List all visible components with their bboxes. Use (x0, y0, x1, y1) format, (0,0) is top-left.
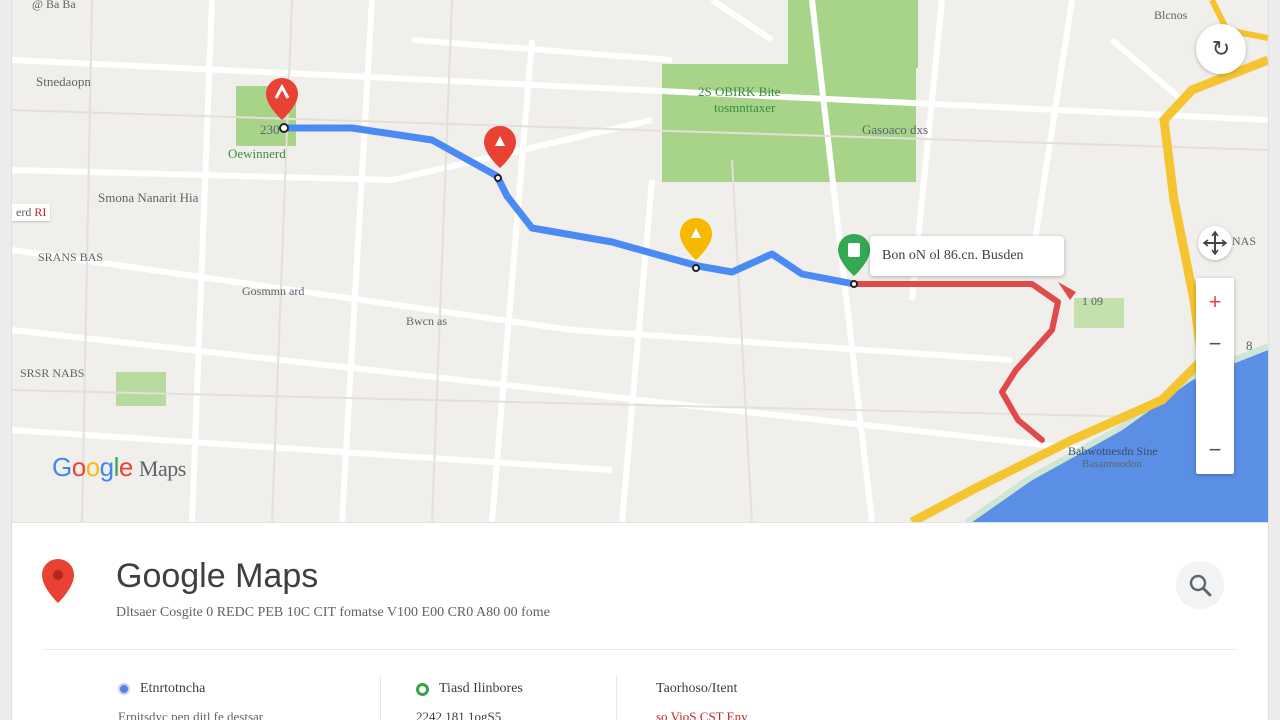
zoom-out-button[interactable]: − (1196, 324, 1234, 364)
zoom-in-button[interactable]: + (1196, 282, 1234, 322)
compass-icon: ↻ (1211, 36, 1231, 61)
road-label: SRSR NABS (20, 366, 85, 380)
google-maps-logo: Google Maps (52, 452, 186, 482)
map-badge: erd RI (12, 204, 51, 221)
stat-value: Erpitsdyc pen ditl fe destsar (118, 709, 264, 720)
location-pin-icon (42, 559, 74, 603)
route-secondary (851, 281, 1061, 443)
panel-title: Google Maps (116, 557, 319, 595)
app-frame: @ Ba Ba Stnedaopn Smona Nanarit Hia 230 … (12, 0, 1268, 720)
pan-button[interactable] (1198, 226, 1232, 260)
park-label: tosmnttaxer (714, 100, 776, 115)
stat-label: Taorhoso/Itent (656, 681, 738, 696)
road-label: Gosmmn ard (242, 284, 305, 298)
waypoint-marker-red[interactable] (484, 126, 516, 168)
compass-button[interactable]: ↻ (1196, 24, 1246, 74)
panel-subtitle: Dltsaer Cosgite 0 REDC PEB 10C CIT fomat… (116, 605, 550, 620)
dot-icon (118, 683, 130, 695)
divider (42, 649, 1238, 650)
map-label: 8 (1246, 338, 1253, 353)
stat-column: Tiasd Ilinbores 2242 181 1ogS5 (416, 681, 523, 720)
search-button[interactable] (1176, 561, 1224, 609)
divider (380, 675, 381, 720)
stat-value: 2242 181 1ogS5 (416, 709, 502, 720)
dot-icon (416, 682, 429, 696)
stat-label: Tiasd Ilinbores (439, 681, 523, 696)
map-label: Smona Nanarit Hia (98, 190, 199, 205)
waypoint-marker-yellow[interactable] (680, 218, 712, 260)
shore-label: Babwotnesdn Sine (1068, 444, 1158, 458)
road-label: SRANS BAS (38, 250, 104, 264)
route-callout[interactable]: Bon oN ol 86.cn. Busden (870, 236, 1064, 276)
start-marker[interactable] (266, 78, 298, 120)
zoom-controls: + − − (1196, 278, 1234, 474)
park-area-small (116, 372, 166, 406)
map-label: @ Ba Ba (32, 0, 76, 11)
map-canvas[interactable]: @ Ba Ba Stnedaopn Smona Nanarit Hia 230 … (12, 0, 1268, 522)
map-label: Gasoaco dxs (862, 122, 929, 137)
stat-column: Etnrtotncha Erpitsdyc pen ditl fe destsa… (118, 681, 263, 720)
map-label: Blcnos (1154, 8, 1188, 22)
map-label: 230 (260, 122, 280, 137)
stat-label: Etnrtotncha (140, 681, 206, 696)
info-panel: Google Maps Dltsaer Cosgite 0 REDC PEB 1… (12, 522, 1268, 720)
map-label: 1 09 (1082, 294, 1103, 308)
destination-marker-green[interactable] (838, 234, 870, 276)
shore-label: Basannoodon (1082, 458, 1142, 470)
park-label: 2S OBIRK Bite (698, 84, 781, 99)
search-icon (1189, 574, 1212, 597)
park-area-top (788, 0, 918, 68)
zoom-out-button-secondary[interactable]: − (1196, 430, 1234, 470)
park-label: Oewinnerd (228, 146, 286, 161)
divider (616, 675, 617, 720)
pan-icon (1202, 230, 1228, 256)
map-label: Stnedaopn (36, 74, 91, 89)
road-label: Bwcn as (406, 314, 447, 328)
map-label: NAS (1232, 234, 1257, 248)
stat-value: so VioS CST Eny (656, 709, 748, 720)
stat-column: Taorhoso/Itent so VioS CST Eny (656, 681, 748, 720)
